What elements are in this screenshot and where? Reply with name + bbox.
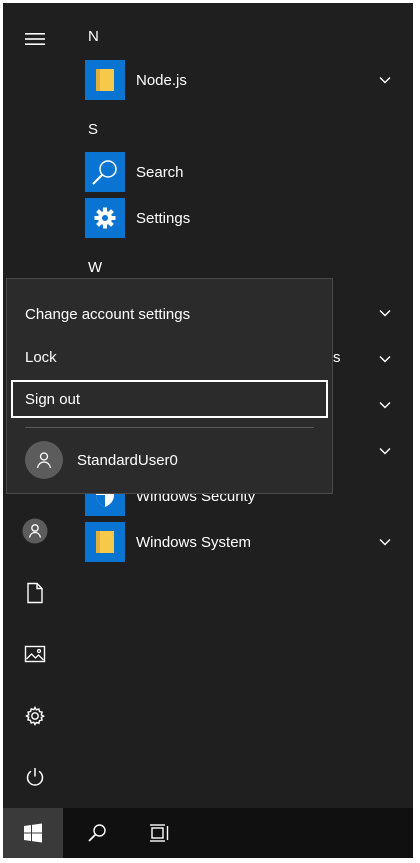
rail-pictures-button[interactable] [17, 636, 53, 672]
taskbar-search-button[interactable] [67, 808, 127, 858]
task-view-button[interactable] [129, 808, 189, 858]
folder-icon [93, 529, 117, 555]
search-icon [87, 823, 107, 843]
start-button[interactable] [3, 808, 63, 858]
gear-icon [93, 206, 117, 230]
folder-icon [93, 67, 117, 93]
change-account-settings-item[interactable]: Change account settings [11, 295, 328, 333]
start-menu: N Node.js S Search Settings W s Windows … [3, 3, 413, 858]
task-view-icon [148, 823, 170, 843]
taskbar [3, 808, 413, 858]
expand-chevron-windows-system[interactable] [375, 532, 395, 552]
group-header-n[interactable]: N [88, 28, 99, 45]
partial-app-label: s [333, 349, 341, 366]
expand-chevron-node-js[interactable] [375, 70, 395, 90]
hamburger-menu-icon [24, 31, 46, 47]
hamburger-menu-button[interactable] [17, 21, 53, 57]
sign-out-item[interactable]: Sign out [11, 380, 328, 418]
chevron-down-icon [379, 401, 391, 409]
app-label: Settings [136, 209, 191, 227]
chevron-down-icon [379, 538, 391, 546]
rail-account-button[interactable] [17, 513, 53, 549]
user-icon [22, 518, 48, 544]
app-search[interactable]: Search [85, 152, 395, 192]
windows-start-icon [23, 823, 43, 843]
rail-power-button[interactable] [17, 759, 53, 795]
chevron-down-icon [379, 447, 391, 455]
rail-documents-button[interactable] [17, 575, 53, 611]
chevron-down-icon [379, 355, 391, 363]
power-icon [24, 766, 46, 788]
document-icon [25, 582, 45, 604]
search-icon [90, 157, 120, 187]
expand-chevron[interactable] [375, 395, 395, 415]
gear-icon [24, 705, 46, 727]
expand-chevron[interactable] [375, 303, 395, 323]
app-label: Node.js [136, 71, 187, 89]
flyout-divider [25, 427, 314, 428]
pictures-icon [24, 644, 46, 664]
rail-settings-button[interactable] [17, 698, 53, 734]
app-settings[interactable]: Settings [85, 198, 395, 238]
app-windows-system[interactable]: Windows System [85, 522, 395, 562]
group-header-s[interactable]: S [88, 121, 98, 138]
account-flyout: Change account settings Lock Sign out St… [6, 278, 333, 494]
group-header-w[interactable]: W [88, 259, 102, 276]
lock-item[interactable]: Lock [11, 338, 328, 376]
app-label: Search [136, 163, 184, 181]
chevron-down-icon [379, 76, 391, 84]
app-node-js[interactable]: Node.js [85, 60, 395, 100]
avatar [25, 441, 63, 479]
app-tile [85, 60, 125, 100]
expand-chevron[interactable] [375, 441, 395, 461]
app-tile [85, 198, 125, 238]
user-icon [34, 450, 54, 470]
switch-user-item[interactable]: StandardUser0 [11, 437, 328, 483]
user-name: StandardUser0 [77, 451, 178, 469]
chevron-down-icon [379, 309, 391, 317]
app-tile [85, 152, 125, 192]
expand-chevron[interactable] [375, 349, 395, 369]
app-label: Windows System [136, 533, 252, 551]
app-tile [85, 522, 125, 562]
